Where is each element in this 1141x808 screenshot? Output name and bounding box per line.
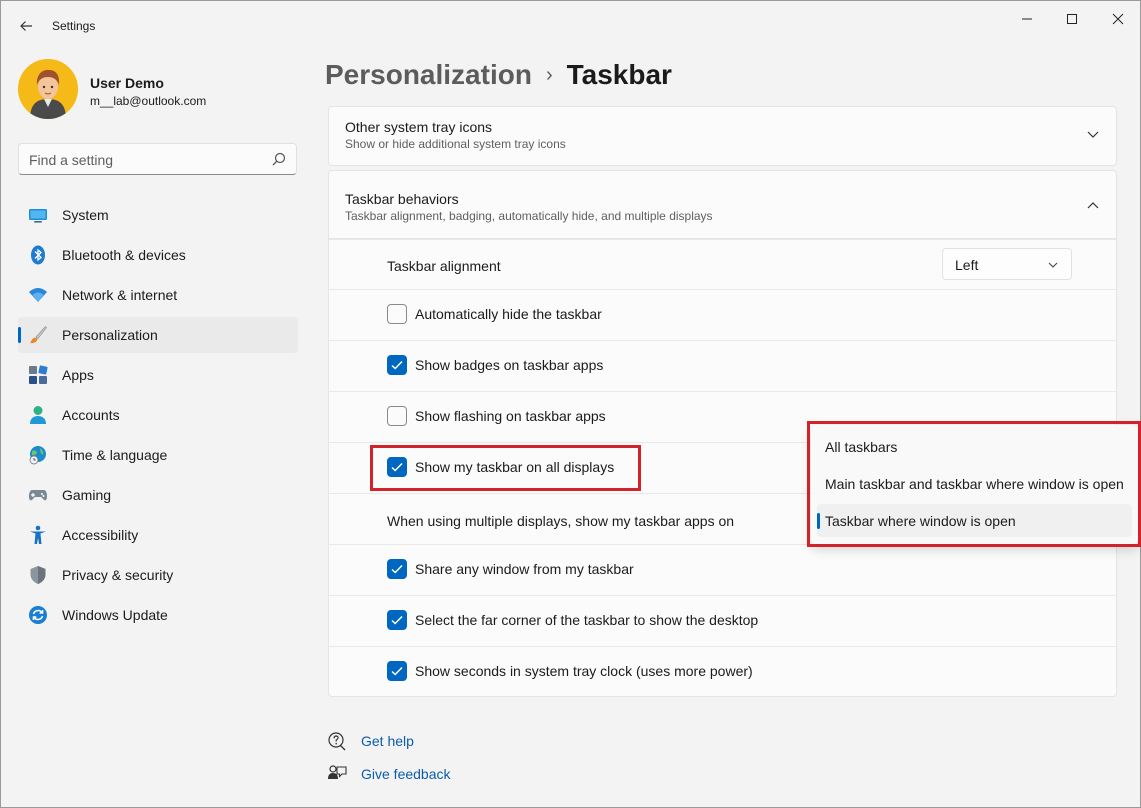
search-input[interactable]: Find a setting: [18, 143, 297, 175]
title-bar: Settings: [1, 1, 1140, 51]
shield-icon: [30, 566, 46, 584]
user-email: m__lab@outlook.com: [90, 94, 207, 108]
badges-row: Show badges on taskbar apps: [328, 340, 1117, 391]
sidebar-item-time-language[interactable]: Time & language: [18, 437, 298, 473]
breadcrumb: Personalization › Taskbar: [325, 59, 672, 99]
update-icon: [29, 606, 47, 624]
auto-hide-label: Automatically hide the taskbar: [415, 306, 602, 322]
seconds-checkbox[interactable]: [387, 661, 407, 681]
breadcrumb-parent[interactable]: Personalization: [325, 59, 532, 90]
close-icon: [1112, 13, 1124, 25]
avatar: [18, 59, 78, 119]
person-icon: [30, 406, 46, 424]
far-corner-checkbox[interactable]: [387, 610, 407, 630]
bluetooth-icon: [31, 245, 45, 265]
sidebar-item-label: Time & language: [62, 447, 168, 463]
globe-clock-icon: [29, 446, 46, 465]
accessibility-icon: [30, 525, 46, 544]
auto-hide-checkbox[interactable]: [387, 304, 407, 324]
share-window-label: Share any window from my taskbar: [415, 561, 634, 577]
seconds-label: Show seconds in system tray clock (uses …: [415, 663, 753, 679]
sidebar-item-apps[interactable]: Apps: [18, 357, 298, 393]
sidebar-item-network[interactable]: Network & internet: [18, 277, 298, 313]
sidebar-item-label: Bluetooth & devices: [62, 247, 186, 263]
minimize-button[interactable]: [1013, 9, 1041, 29]
breadcrumb-separator: ›: [545, 64, 553, 86]
get-help-label: Get help: [361, 733, 414, 749]
arrow-left-icon: [20, 21, 32, 31]
badges-label: Show badges on taskbar apps: [415, 357, 604, 373]
multi-display-label: When using multiple displays, show my ta…: [387, 513, 735, 529]
taskbar-behaviors-header[interactable]: Taskbar behaviors Taskbar alignment, bad…: [328, 170, 1117, 239]
far-corner-label: Select the far corner of the taskbar to …: [415, 612, 759, 628]
settings-window: Settings User Demo m__lab@outlook.com Fi…: [0, 0, 1141, 808]
tray-icons-subtitle: Show or hide additional system tray icon…: [345, 137, 566, 151]
user-name: User Demo: [90, 75, 164, 91]
close-button[interactable]: [1104, 9, 1132, 29]
maximize-icon: [1067, 14, 1077, 24]
share-window-checkbox[interactable]: [387, 559, 407, 579]
chevron-down-icon: [1048, 262, 1058, 268]
sidebar-item-label: Windows Update: [62, 607, 168, 623]
taskbar-alignment-label: Taskbar alignment: [387, 258, 501, 274]
flashing-checkbox[interactable]: [387, 406, 407, 426]
sidebar-item-gaming[interactable]: Gaming: [18, 477, 298, 513]
sidebar-item-label: Apps: [62, 367, 94, 383]
check-icon: [391, 564, 403, 574]
sidebar-item-privacy[interactable]: Privacy & security: [18, 557, 298, 593]
minimize-icon: [1022, 18, 1032, 20]
sidebar-item-label: Personalization: [62, 327, 158, 343]
sidebar-item-bluetooth[interactable]: Bluetooth & devices: [18, 237, 298, 273]
search-placeholder: Find a setting: [29, 152, 114, 168]
sidebar-item-label: Network & internet: [62, 287, 178, 303]
app-title: Settings: [52, 19, 96, 33]
feedback-icon: [328, 765, 347, 779]
highlight-box-flyout: [807, 421, 1141, 547]
tray-icons-title: Other system tray icons: [345, 119, 493, 135]
sidebar-item-label: Accessibility: [62, 527, 139, 543]
tray-icons-card[interactable]: Other system tray icons Show or hide add…: [328, 106, 1117, 166]
monitor-icon: [29, 209, 47, 223]
apps-icon: [29, 365, 48, 384]
wifi-icon: [29, 288, 47, 302]
taskbar-behaviors-subtitle: Taskbar alignment, badging, automaticall…: [345, 209, 713, 223]
check-icon: [391, 666, 403, 676]
seconds-row: Show seconds in system tray clock (uses …: [328, 646, 1117, 697]
highlight-box-all-displays: [370, 445, 641, 491]
flashing-label: Show flashing on taskbar apps: [415, 408, 606, 424]
search-icon: [272, 152, 286, 166]
taskbar-alignment-value: Left: [955, 257, 979, 273]
sidebar-nav: System Bluetooth & devices Network & int…: [18, 197, 298, 637]
page-title: Taskbar: [566, 59, 672, 90]
avatar-icon: [18, 59, 78, 119]
maximize-button[interactable]: [1058, 9, 1086, 29]
taskbar-alignment-dropdown[interactable]: Left: [942, 248, 1072, 280]
sidebar-item-personalization[interactable]: Personalization: [18, 317, 298, 353]
give-feedback-label: Give feedback: [361, 766, 451, 782]
sidebar-item-label: Gaming: [62, 487, 112, 503]
auto-hide-row: Automatically hide the taskbar: [328, 289, 1117, 340]
sidebar-item-system[interactable]: System: [18, 197, 298, 233]
sidebar-item-label: Privacy & security: [62, 567, 174, 583]
back-button[interactable]: [15, 15, 37, 37]
sidebar-item-accessibility[interactable]: Accessibility: [18, 517, 298, 553]
share-window-row: Share any window from my taskbar: [328, 544, 1117, 595]
sidebar-item-accounts[interactable]: Accounts: [18, 397, 298, 433]
chevron-up-icon: [1087, 202, 1099, 209]
gamepad-icon: [28, 490, 48, 501]
chevron-down-icon: [1087, 131, 1099, 138]
brush-icon: [30, 326, 47, 344]
far-corner-row: Select the far corner of the taskbar to …: [328, 595, 1117, 646]
badges-checkbox[interactable]: [387, 355, 407, 375]
help-icon: [328, 732, 346, 751]
sidebar-item-label: System: [62, 207, 109, 223]
check-icon: [391, 360, 403, 370]
sidebar-item-label: Accounts: [62, 407, 120, 423]
sidebar-item-windows-update[interactable]: Windows Update: [18, 597, 298, 633]
user-profile[interactable]: User Demo m__lab@outlook.com: [18, 59, 298, 121]
check-icon: [391, 615, 403, 625]
taskbar-behaviors-title: Taskbar behaviors: [345, 191, 459, 207]
